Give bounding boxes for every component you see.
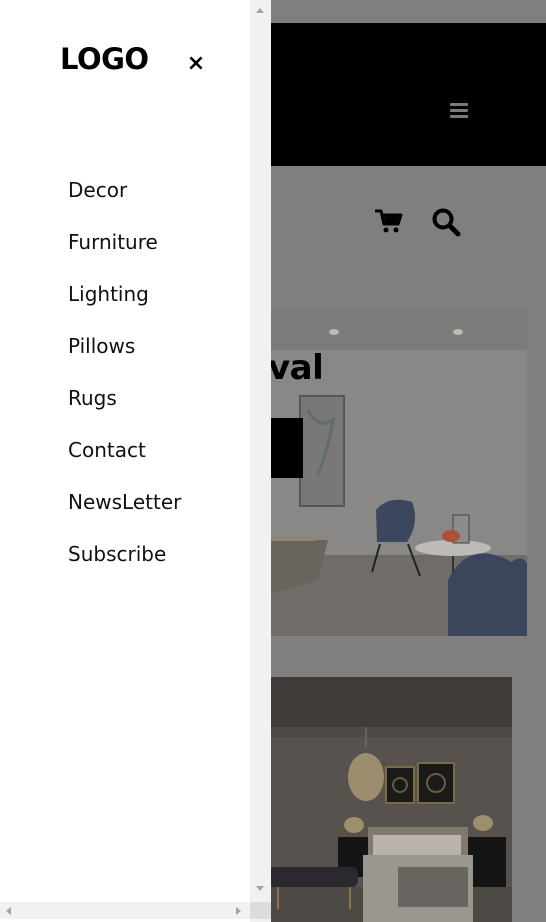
bedroom-card xyxy=(268,677,512,922)
hero-cta-button[interactable] xyxy=(268,418,303,478)
menu-item-contact[interactable]: Contact xyxy=(68,432,181,484)
menu-item-decor[interactable]: Decor xyxy=(68,172,181,224)
hero-title: val xyxy=(268,348,324,388)
bedroom-image xyxy=(268,677,512,922)
menu-item-lighting[interactable]: Lighting xyxy=(68,276,181,328)
cart-icon[interactable] xyxy=(375,208,403,234)
scrollbar-corner xyxy=(250,902,271,919)
horizontal-scrollbar[interactable] xyxy=(0,902,250,919)
scroll-right-arrow-icon[interactable] xyxy=(236,907,241,915)
menu-item-pillows[interactable]: Pillows xyxy=(68,328,181,380)
menu-item-furniture[interactable]: Furniture xyxy=(68,224,181,276)
hamburger-icon[interactable] xyxy=(450,103,468,119)
scroll-up-arrow-icon[interactable] xyxy=(256,8,264,13)
drawer-menu: Decor Furniture Lighting Pillows Rugs Co… xyxy=(68,172,181,588)
logo[interactable]: LOGO xyxy=(60,42,149,76)
side-drawer: LOGO × Decor Furniture Lighting Pillows … xyxy=(0,0,250,922)
hero-banner: val xyxy=(268,310,527,636)
scroll-left-arrow-icon[interactable] xyxy=(6,907,11,915)
search-icon[interactable] xyxy=(431,207,461,237)
menu-item-subscribe[interactable]: Subscribe xyxy=(68,536,181,588)
scroll-down-arrow-icon[interactable] xyxy=(256,886,264,891)
close-icon[interactable]: × xyxy=(184,52,208,76)
menu-item-newsletter[interactable]: NewsLetter xyxy=(68,484,181,536)
menu-item-rugs[interactable]: Rugs xyxy=(68,380,181,432)
vertical-scrollbar[interactable] xyxy=(250,0,271,922)
